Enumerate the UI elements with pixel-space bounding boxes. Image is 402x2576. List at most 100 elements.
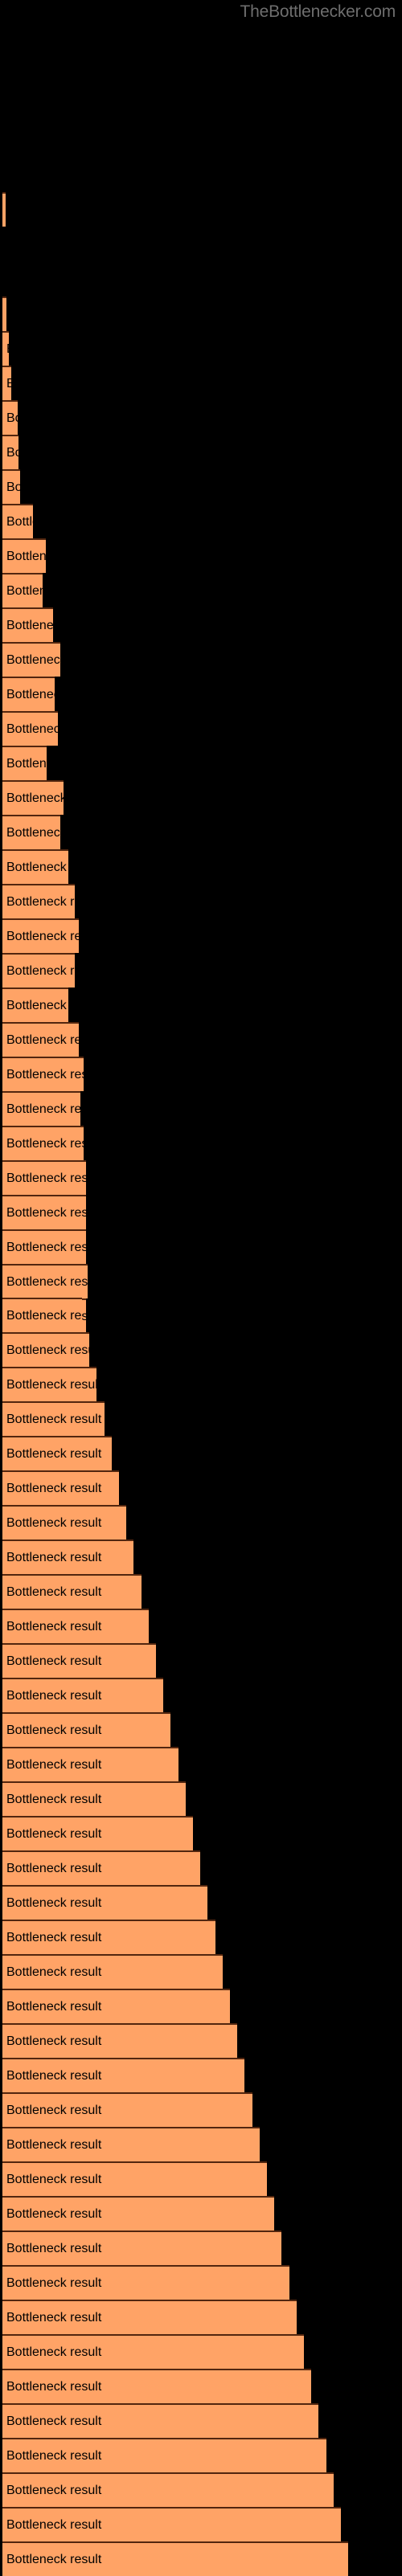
bar-label: Bottleneck result [6,2448,102,2463]
bar[interactable]: Bottleneck result [2,1816,193,1850]
bar-label: Bottleneck result [6,1826,102,1841]
bar[interactable]: Bottleneck result [2,746,47,780]
bar[interactable]: Bottleneck result [2,987,68,1022]
bar[interactable]: Bottleneck result [2,2369,311,2403]
bar-row: Bottleneck result [0,296,402,331]
bar[interactable]: Bottleneck result [2,2127,260,2161]
bar-label: Bottleneck result [6,1308,82,1323]
bar[interactable]: Bottleneck result [2,2092,252,2127]
bar-row: Bottleneck result [0,1298,402,1332]
bar-row: Bottleneck result [0,1126,402,1160]
bar-row: Bottleneck result [0,1229,402,1264]
bar-row: Bottleneck result [0,538,402,573]
bar[interactable]: Bottleneck result [2,1539,133,1574]
bar-label: Bottleneck result [6,1757,102,1772]
bar-label: Bottleneck result [6,1205,86,1220]
bar-label: Bottleneck result [6,2414,102,2428]
bar[interactable]: Bottleneck result [2,331,9,366]
bar-label: Bottleneck result [6,1999,102,2014]
bar[interactable]: Bottleneck result [2,1264,88,1298]
bar-row: Bottleneck result [0,1643,402,1678]
bar[interactable]: Bottleneck result [2,504,33,538]
bar[interactable]: Bottleneck result [2,1954,223,1989]
bar[interactable]: Bottleneck result [2,1850,200,1885]
bar-row: Bottleneck result [0,2300,402,2334]
bar[interactable]: Bottleneck result [2,538,46,573]
bar-label: Bottleneck result [6,1965,102,1979]
bar[interactable]: Bottleneck result [2,918,79,953]
bar-label: Bottleneck result [6,722,58,736]
bottleneck-bar-chart: Bottleneck result Bottleneck result Bottle… [0,0,402,2576]
bar-row: Bottleneck result [0,1920,402,1954]
bar-label: Bottleneck result [6,1240,86,1254]
bar[interactable]: Bottleneck result [2,1091,80,1126]
bar[interactable]: Bottleneck result [2,1885,207,1920]
bar-label: Bottleneck result [6,2552,102,2566]
bar[interactable]: Bottleneck result [2,642,60,677]
bar[interactable]: Bottleneck result [2,1195,86,1229]
bar[interactable]: Bottleneck result [2,2507,341,2541]
bar[interactable]: Bottleneck result [2,1229,86,1264]
bar[interactable]: Bottleneck result [2,2403,318,2438]
bar[interactable]: Bottleneck result [2,1298,82,1332]
bar[interactable]: Bottleneck result [2,815,60,849]
bar[interactable]: Bottleneck result [2,366,11,400]
bar[interactable]: Bottleneck result [2,849,68,884]
bar[interactable]: Bottleneck result [2,400,18,435]
bar[interactable]: Bottleneck result [2,2472,334,2507]
bar[interactable]: Bottleneck result [2,2023,237,2058]
bar-row: Bottleneck result [0,780,402,815]
bar[interactable]: Bottleneck result [2,1505,126,1539]
bar-row: Bottleneck result [0,1436,402,1470]
bar[interactable]: Bottleneck result [2,469,20,504]
bar[interactable]: Bottleneck result [2,1401,105,1436]
bar[interactable]: Bottleneck result [2,1057,84,1091]
bar-label: Bottleneck result [6,894,75,909]
bar[interactable]: Bottleneck result [2,677,55,711]
bar[interactable]: Bottleneck result [2,1781,186,1816]
bar[interactable]: Bottleneck result [2,1609,149,1643]
bar[interactable]: Bottleneck result [2,1436,112,1470]
bar-row: Bottleneck result [0,2369,402,2403]
bar-label: Bottleneck result [6,652,60,667]
bar[interactable]: Bottleneck result [2,2196,274,2230]
bar[interactable]: Bottleneck result [2,1989,230,2023]
bar-row: Bottleneck result [0,1195,402,1229]
bar[interactable]: Bottleneck result [2,1022,79,1057]
bar[interactable]: Bottleneck result [2,607,53,642]
bar[interactable]: Bottleneck result [2,953,75,987]
bar-label: Bottleneck result [6,756,47,771]
bar[interactable]: Bottleneck result [2,1574,142,1609]
bar-row: Bottleneck result [0,1367,402,1401]
bar[interactable]: Bottleneck result [2,192,6,227]
bar[interactable]: Bottleneck result [2,1332,89,1367]
bar[interactable]: Bottleneck result [2,1678,163,1712]
bar[interactable]: Bottleneck result [2,884,75,918]
bar[interactable]: Bottleneck result [2,1160,86,1195]
bar[interactable]: Bottleneck result [2,2265,289,2300]
bar[interactable]: Bottleneck result [2,780,64,815]
bar[interactable]: Bottleneck result [2,711,58,746]
bar[interactable]: Bottleneck result [2,2300,297,2334]
bar-label: Bottleneck result [6,929,79,943]
bar[interactable]: Bottleneck result [2,1643,156,1678]
bar[interactable]: Bottleneck result [2,573,43,607]
bar-label: Bottleneck result [6,583,43,598]
bar-label: Bottleneck result [6,2137,102,2152]
bar[interactable]: Bottleneck result [2,2058,244,2092]
bar[interactable]: Bottleneck result [2,435,18,469]
bar[interactable]: Bottleneck result [2,1470,119,1505]
bar[interactable]: Bottleneck result [2,296,6,331]
bar-row: Bottleneck result [0,1885,402,1920]
bar-label: Bottleneck result [6,2379,102,2394]
bar-row: Bottleneck result [0,849,402,884]
bar[interactable]: Bottleneck result [2,1367,96,1401]
bar[interactable]: Bottleneck result [2,2438,326,2472]
bar[interactable]: Bottleneck result [2,1712,170,1747]
bar[interactable]: Bottleneck result [2,2334,304,2369]
bar[interactable]: Bottleneck result [2,2161,267,2196]
bar[interactable]: Bottleneck result [2,2230,281,2265]
bar[interactable]: Bottleneck result [2,1747,178,1781]
bar[interactable]: Bottleneck result [2,1920,215,1954]
bar[interactable]: Bottleneck result [2,1126,84,1160]
